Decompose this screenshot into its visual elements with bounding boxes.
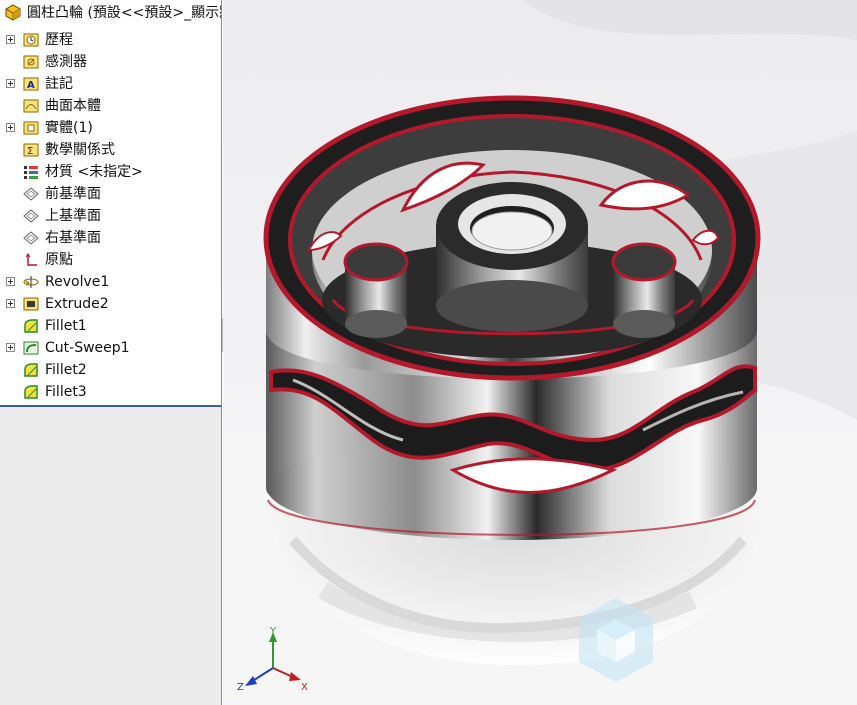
tree-item-label: Fillet1 [45,318,87,334]
svg-text:Σ: Σ [27,146,33,157]
solid-bodies-icon [23,121,39,135]
tree-item-label: 註記 [45,76,73,92]
tree-item-label: 數學關係式 [45,142,115,158]
tree-item-label: 曲面本體 [45,98,101,114]
right-boss [611,242,677,338]
tree-item[interactable]: 材質 <未指定> [0,161,221,183]
expand-icon[interactable] [6,299,15,308]
watermark-logo [579,598,653,682]
fillet-icon [24,363,38,377]
part-icon [5,4,21,21]
feature-manager-panel: 圓柱凸輪 (預設<<預設>_顯示狀態 1>) 歷程感測器 A 註記曲面本體實體(1)… [0,0,222,705]
graphics-area[interactable]: Y X Z [223,0,857,705]
cylindrical-cam-model[interactable] [223,0,857,705]
tree-item[interactable]: 前基準面 [0,183,221,205]
sensor-icon [23,55,39,69]
fillet-icon [24,319,38,333]
tree-item[interactable]: Cut-Sweep1 [0,337,221,359]
tree-item[interactable]: 原點 [0,249,221,271]
tree-item-label: 右基準面 [45,230,101,246]
expand-icon[interactable] [6,35,15,44]
tree-item-label: 材質 <未指定> [45,164,143,180]
tree-item-label: Cut-Sweep1 [45,340,130,356]
plane-icon [23,209,39,223]
tree-item-label: Extrude2 [45,296,109,312]
tree-item[interactable]: 右基準面 [0,227,221,249]
triad-x-label: X [301,682,308,693]
tree-item-label: Fillet2 [45,362,87,378]
tree-item[interactable]: A 註記 [0,73,221,95]
surface-bodies-icon [23,99,39,113]
tree-item[interactable]: 曲面本體 [0,95,221,117]
expand-icon[interactable] [6,79,15,88]
tree-item-label: 歷程 [45,32,73,48]
tree-item[interactable]: Σ 數學關係式 [0,139,221,161]
tree-item[interactable]: Fillet2 [0,359,221,381]
tree-item[interactable]: Extrude2 [0,293,221,315]
expand-icon[interactable] [6,277,15,286]
feature-tree: 歷程感測器 A 註記曲面本體實體(1) Σ 數學關係式材質 <未指定> 前基準面上基準面右… [0,25,221,407]
fillet-icon [24,385,38,399]
plane-icon [23,231,39,245]
tree-item[interactable]: 實體(1) [0,117,221,139]
origin-icon [25,253,37,266]
tree-root-row[interactable]: 圓柱凸輪 (預設<<預設>_顯示狀態 1>) [0,0,221,25]
tree-item-label: Fillet3 [45,384,87,400]
annotation-icon: A [23,77,39,91]
history-icon [23,33,39,47]
tree-item[interactable]: Fillet3 [0,381,221,403]
tree-item-label: 上基準面 [45,208,101,224]
svg-text:A: A [27,80,35,91]
expand-icon[interactable] [6,343,15,352]
tree-item[interactable]: Fillet1 [0,315,221,337]
cut-sweep-icon [23,341,39,355]
root-part-label: 圓柱凸輪 (預設<<預設>_顯示狀態 1>) [27,5,221,21]
tree-item[interactable]: Revolve1 [0,271,221,293]
left-boss [343,242,409,338]
material-icon [24,166,38,179]
tree-item-label: 感測器 [45,54,87,70]
triad-z-label: Z [237,682,244,693]
revolve-icon [23,276,39,288]
triad-y-label: Y [269,626,277,637]
plane-icon [23,187,39,201]
tree-item[interactable]: 歷程 [0,29,221,51]
tree-item[interactable]: 感測器 [0,51,221,73]
expand-icon[interactable] [6,123,15,132]
tree-item-label: 前基準面 [45,186,101,202]
tree-item-label: 實體(1) [45,120,93,136]
equations-icon: Σ [23,143,39,157]
tree-item[interactable]: 上基準面 [0,205,221,227]
extrude-icon [23,297,39,311]
tree-item-label: Revolve1 [45,274,110,290]
reference-triad: Y X Z [237,626,308,693]
tree-item-label: 原點 [45,252,73,268]
